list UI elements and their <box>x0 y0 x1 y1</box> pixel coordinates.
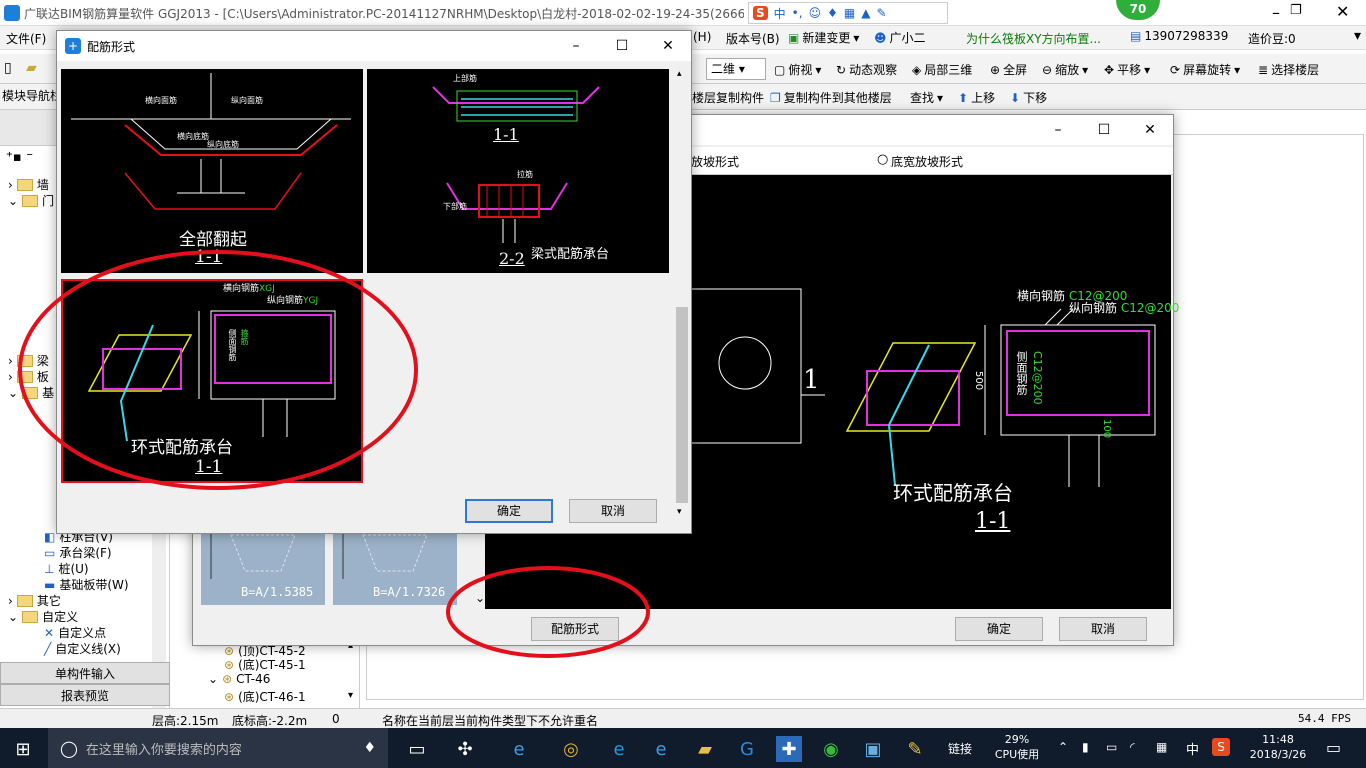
links-toolbar[interactable]: 链接 <box>948 740 972 757</box>
browser-icon[interactable]: ◎ <box>558 736 584 762</box>
tray-app-icon[interactable]: ▮ <box>1082 740 1089 754</box>
cpu-meter[interactable]: 29% CPU使用 <box>992 732 1042 762</box>
search-icon: ◯ <box>60 738 78 758</box>
status-message: 名称在当前层当前构件类型下不允许重名 <box>382 714 599 728</box>
tray-network-icon[interactable]: ▭ <box>1106 740 1117 754</box>
notes-icon[interactable]: ✎ <box>902 736 928 762</box>
fps-counter: 54.4 FPS <box>1298 712 1351 725</box>
ie-icon[interactable]: e <box>506 736 532 762</box>
360-icon[interactable]: ◉ <box>818 736 844 762</box>
mic-icon: ♦ <box>363 740 376 756</box>
notification-icon[interactable]: ▭ <box>1326 738 1341 757</box>
search-placeholder: 在这里输入你要搜索的内容 <box>85 742 242 758</box>
status-zero: 0 <box>332 712 340 726</box>
fan-app-icon[interactable]: ✣ <box>452 736 478 762</box>
glodon-g-icon[interactable]: G <box>734 736 760 762</box>
ggj-app-icon[interactable]: ✚ <box>776 736 802 762</box>
taskbar-search-box[interactable]: ◯ 在这里输入你要搜索的内容 ♦ <box>48 728 388 768</box>
app-window-icon[interactable]: ▣ <box>860 736 886 762</box>
annotation-overlay <box>18 250 650 658</box>
tray-wifi-icon[interactable]: ◜ <box>1130 740 1135 754</box>
tray-chevron-icon[interactable]: ⌃ <box>1058 740 1068 754</box>
keyboard-icon[interactable]: ▦ <box>1156 740 1167 754</box>
windows-start-icon[interactable]: ⊞ <box>10 736 36 762</box>
edge-icon[interactable]: e <box>606 736 632 762</box>
sogou-tray-icon[interactable]: S <box>1212 738 1230 756</box>
annotation-ellipse <box>446 566 650 658</box>
clock[interactable]: 11:48 2018/3/26 <box>1248 732 1308 762</box>
status-bar: 层高:2.15m 底标高:-2.2m 0 名称在当前层当前构件类型下不允许重名 … <box>0 708 1366 728</box>
explorer-icon[interactable]: ▰ <box>692 736 718 762</box>
floor-height: 层高:2.15m <box>152 714 219 728</box>
task-view-icon[interactable]: ▭ <box>404 736 430 762</box>
taskbar: ⊞ ◯ 在这里输入你要搜索的内容 ♦ ▭ ✣ e ◎ e e ▰ G ✚ ◉ ▣… <box>0 728 1366 768</box>
base-elevation: 底标高:-2.2m <box>232 714 308 728</box>
annotation-ellipse <box>18 250 418 490</box>
ime-indicator[interactable]: 中 <box>1186 739 1199 758</box>
ie2-icon[interactable]: e <box>648 736 674 762</box>
